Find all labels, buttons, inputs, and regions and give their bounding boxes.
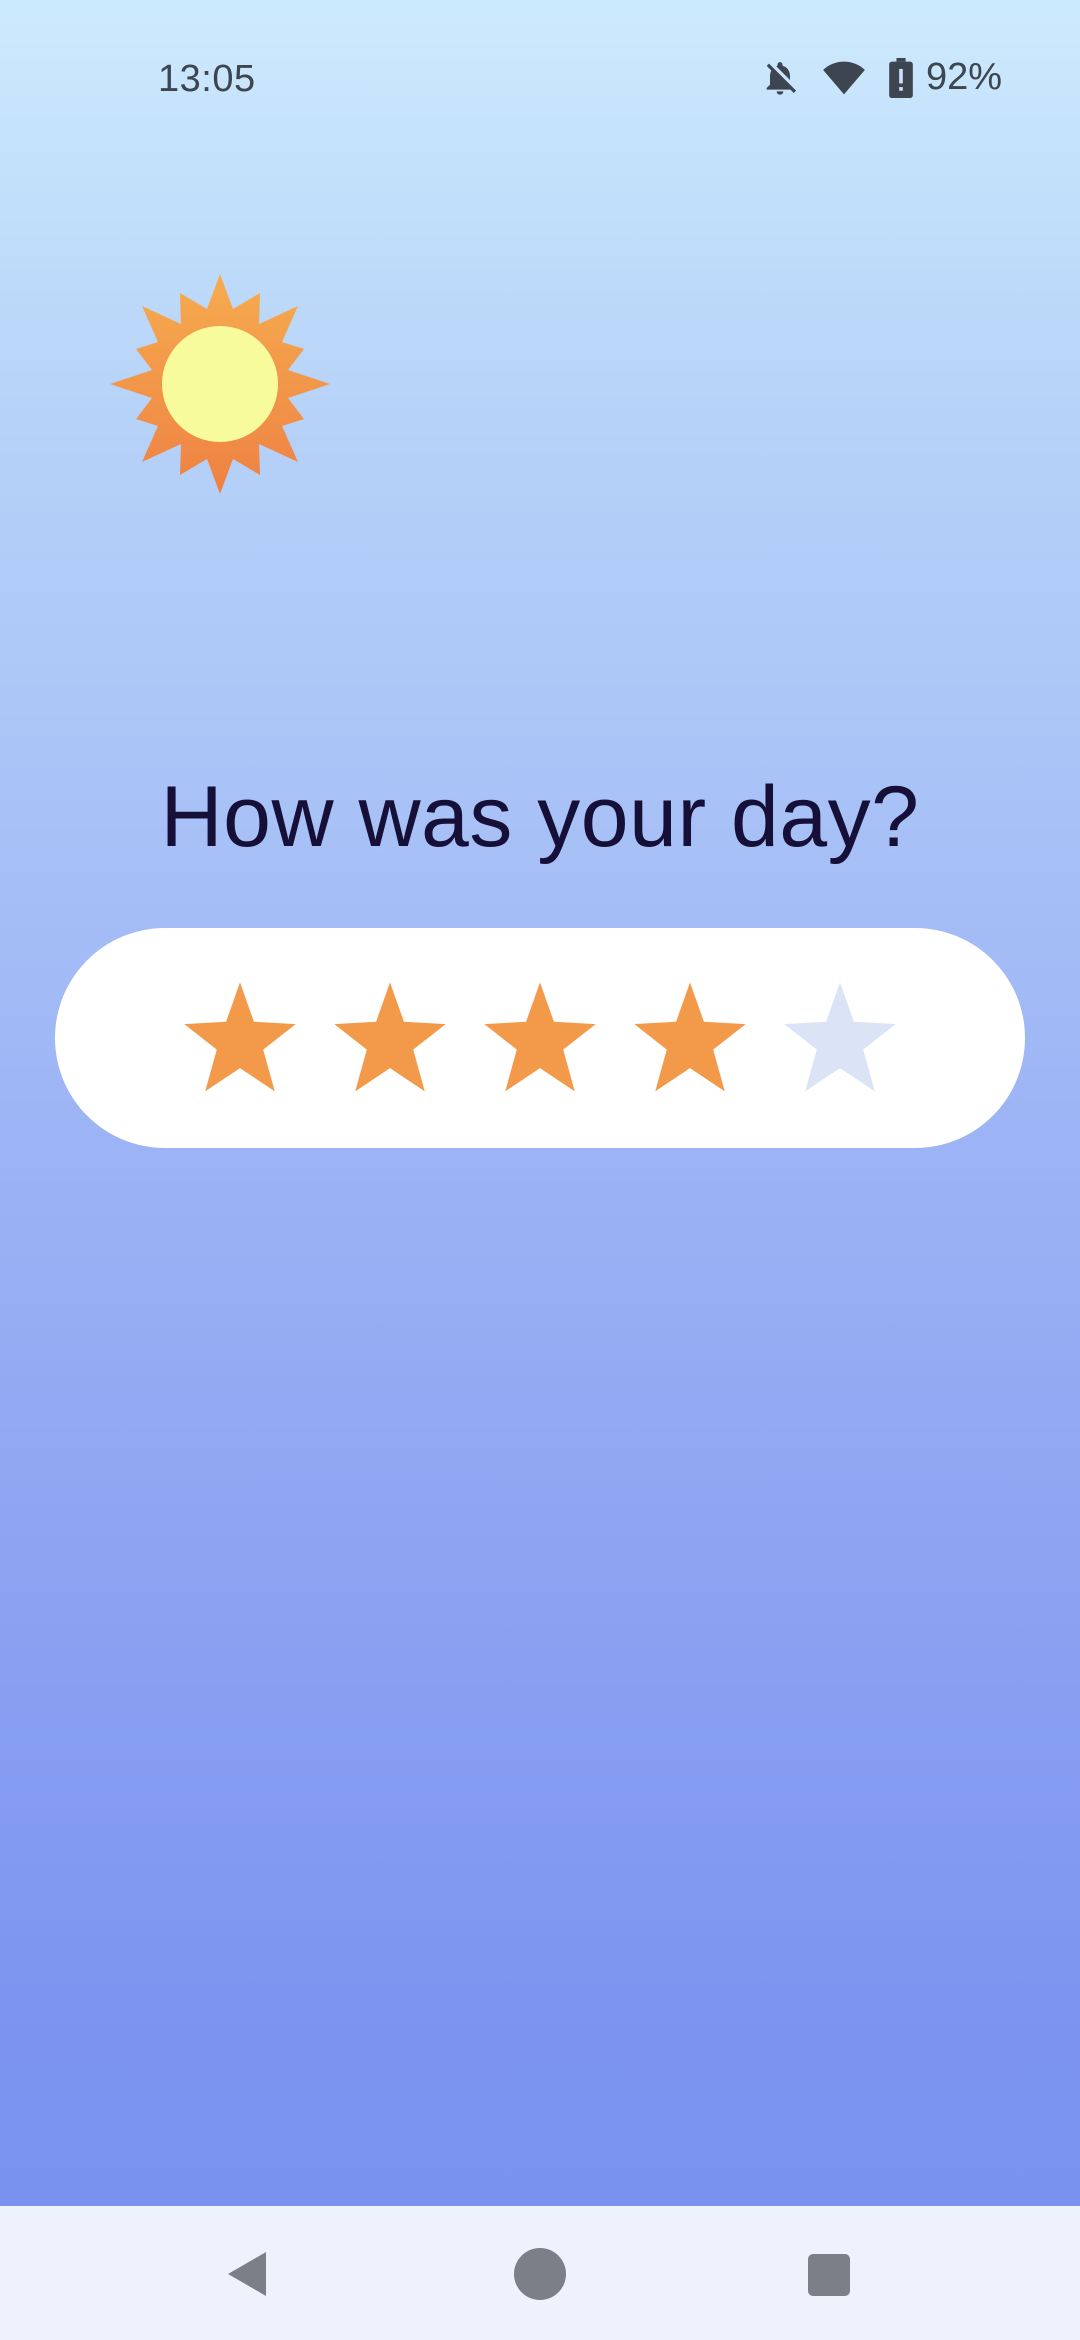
- navigation-bar: [0, 2206, 1080, 2340]
- star-3-icon[interactable]: [482, 980, 598, 1096]
- status-time: 13:05: [158, 58, 256, 100]
- star-4-icon[interactable]: [632, 980, 748, 1096]
- star-2-icon[interactable]: [332, 980, 448, 1096]
- star-5-icon[interactable]: [782, 980, 898, 1096]
- wifi-icon: [823, 61, 865, 94]
- battery-percent: 92%: [925, 56, 1002, 98]
- page-title: How was your day?: [160, 769, 920, 865]
- rating-card: [55, 928, 1025, 1148]
- back-icon[interactable]: [220, 2244, 280, 2304]
- sun-icon: [110, 274, 330, 494]
- recents-icon[interactable]: [800, 2244, 860, 2304]
- status-bar: 13:05 92%: [0, 0, 1080, 160]
- home-icon[interactable]: [510, 2244, 570, 2304]
- notifications-off-icon: [766, 61, 797, 95]
- battery-alert-icon: [889, 57, 913, 98]
- sun-core: [162, 326, 278, 442]
- star-rating[interactable]: [55, 928, 1025, 1148]
- star-1-icon[interactable]: [182, 980, 298, 1096]
- status-icons: 92%: [760, 56, 1002, 99]
